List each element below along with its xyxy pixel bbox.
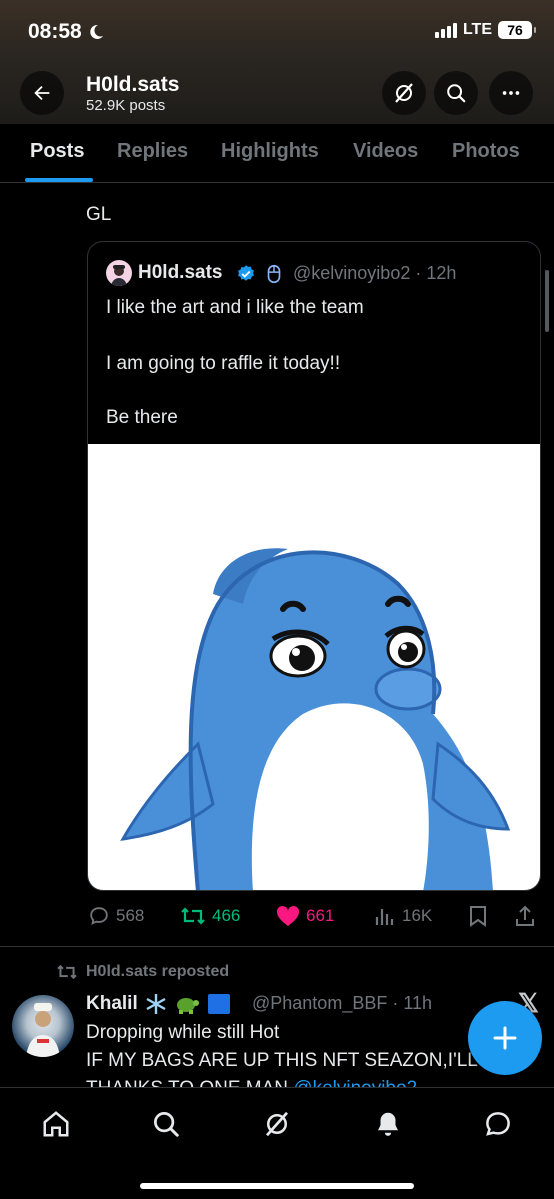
avatar[interactable] bbox=[12, 995, 74, 1057]
dolphin-image[interactable] bbox=[88, 444, 540, 890]
quote-line-2: I am going to raffle it today!! bbox=[106, 353, 341, 374]
reply-icon bbox=[90, 907, 108, 925]
reply-button[interactable]: 568 bbox=[88, 905, 144, 927]
author-handle-time: @Phantom_BBF · 11h bbox=[252, 993, 433, 1013]
views-button[interactable]: 16K bbox=[374, 905, 432, 927]
repost-icon bbox=[181, 907, 205, 925]
quote-line-1: I like the art and i like the team bbox=[106, 297, 364, 318]
repost-icon bbox=[57, 964, 77, 980]
nav-notifications[interactable] bbox=[370, 1106, 406, 1142]
nav-messages[interactable] bbox=[480, 1106, 516, 1142]
nav-home[interactable] bbox=[38, 1106, 74, 1142]
tab-videos[interactable]: Videos bbox=[353, 140, 418, 163]
scroll-indicator[interactable] bbox=[545, 270, 549, 332]
battery-level: 76 bbox=[507, 22, 523, 38]
like-button[interactable]: 661 bbox=[276, 905, 334, 927]
mouse-emoji-icon bbox=[267, 264, 281, 284]
more-icon bbox=[502, 91, 520, 95]
avatar bbox=[106, 260, 132, 286]
blue-square-emoji-icon bbox=[207, 994, 230, 1014]
author-label: Khalil bbox=[86, 993, 138, 1014]
tab-highlights[interactable]: Highlights bbox=[221, 140, 319, 163]
repost-button[interactable]: 466 bbox=[180, 905, 240, 927]
divider bbox=[0, 946, 554, 947]
messages-icon bbox=[486, 1112, 510, 1136]
nav-search[interactable] bbox=[148, 1106, 184, 1142]
status-indicators: LTE 76 bbox=[434, 21, 536, 39]
moon-icon bbox=[90, 24, 103, 39]
battery-icon: 76 bbox=[498, 21, 536, 39]
post-count: 52.9K posts bbox=[86, 97, 166, 114]
nav-grok[interactable] bbox=[259, 1106, 295, 1142]
reply-count: 568 bbox=[116, 906, 145, 925]
network-label: LTE bbox=[462, 21, 492, 38]
bookmark-icon bbox=[470, 906, 486, 927]
more-button[interactable] bbox=[489, 71, 533, 115]
compose-button[interactable] bbox=[468, 1001, 542, 1075]
post-line-1: Dropping while still Hot bbox=[86, 1022, 280, 1043]
post-text: GL bbox=[86, 204, 112, 225]
quote-author-name[interactable]: H0ld.sats bbox=[138, 262, 222, 284]
home-icon bbox=[43, 1111, 69, 1137]
profile-title: H0ld.sats bbox=[86, 73, 180, 96]
bell-icon bbox=[378, 1112, 398, 1136]
verified-badge-icon bbox=[238, 265, 254, 281]
share-button[interactable] bbox=[514, 905, 536, 927]
tab-photos[interactable]: Photos bbox=[452, 140, 520, 163]
repost-label: H0ld.sats reposted bbox=[86, 963, 230, 980]
tab-replies[interactable]: Replies bbox=[117, 140, 188, 163]
arrow-left-icon bbox=[34, 85, 50, 101]
grok-button[interactable] bbox=[382, 71, 426, 115]
profile-tabs: Posts Replies Highlights Videos Photos bbox=[0, 124, 554, 183]
back-button[interactable] bbox=[20, 71, 64, 115]
clock-label: 08:58 bbox=[28, 20, 82, 43]
search-icon bbox=[154, 1112, 179, 1137]
repost-count: 466 bbox=[212, 906, 241, 925]
author-name[interactable]: Khalil bbox=[86, 992, 232, 1016]
dolphin-illustration bbox=[120, 548, 511, 890]
search-button[interactable] bbox=[434, 71, 478, 115]
active-tab-indicator bbox=[25, 178, 93, 182]
quote-line-3: Be there bbox=[106, 407, 178, 428]
share-icon bbox=[516, 905, 534, 926]
turtle-emoji-icon bbox=[176, 998, 199, 1014]
like-count: 661 bbox=[306, 906, 335, 925]
search-icon bbox=[447, 84, 466, 103]
grok-icon bbox=[395, 83, 413, 103]
repost-context[interactable]: H0ld.sats reposted bbox=[56, 963, 229, 981]
post-line-2: IF MY BAGS ARE UP THIS NFT SEAZON,I'LL bbox=[86, 1050, 478, 1071]
heart-icon bbox=[276, 905, 300, 926]
home-indicator[interactable] bbox=[140, 1183, 414, 1189]
status-time: 08:58 bbox=[28, 20, 104, 44]
quoted-post[interactable]: H0ld.sats @kelvinoyibo2 · 12h I like the… bbox=[87, 241, 541, 891]
signal-icon bbox=[434, 22, 457, 38]
quote-author-label: H0ld.sats bbox=[138, 262, 223, 283]
quote-handle-time: @kelvinoyibo2 · 12h bbox=[293, 263, 457, 283]
view-count: 16K bbox=[402, 906, 433, 925]
bookmark-button[interactable] bbox=[468, 905, 488, 927]
grok-icon bbox=[265, 1111, 289, 1137]
tab-posts[interactable]: Posts bbox=[30, 140, 84, 163]
plus-icon bbox=[493, 1026, 517, 1050]
views-icon bbox=[375, 909, 394, 925]
snowflake-emoji-icon bbox=[146, 994, 166, 1014]
